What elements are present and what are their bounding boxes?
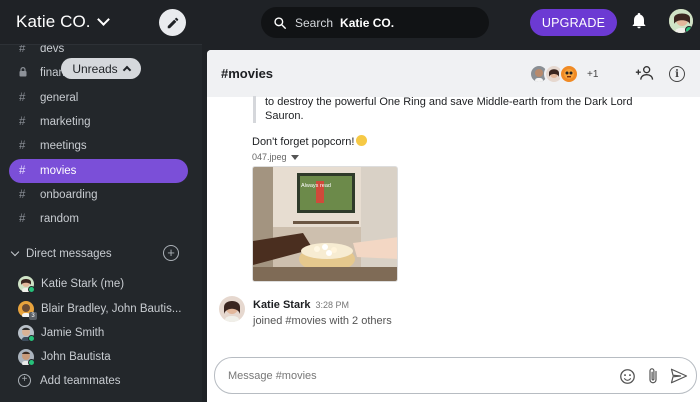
search-label: Search [295, 15, 334, 30]
paperclip-icon[interactable] [646, 367, 660, 385]
avatar [18, 325, 35, 342]
compose-button[interactable] [159, 9, 186, 36]
channel-label: general [40, 92, 79, 104]
send-icon[interactable] [670, 368, 688, 384]
hash-icon: # [19, 165, 26, 177]
search-bar[interactable]: Search Katie CO. [261, 7, 489, 38]
upgrade-button[interactable]: UPGRADE [530, 9, 617, 36]
chevron-down-icon[interactable] [96, 13, 110, 26]
add-teammates-button[interactable]: + Add teammates [18, 374, 121, 387]
channel-item-onboarding[interactable]: # onboarding [9, 183, 188, 207]
channel-label: marketing [40, 116, 91, 128]
emoji-icon [356, 135, 368, 146]
workspace-name[interactable]: Katie CO. [16, 12, 91, 32]
direct-messages-header[interactable]: Direct messages [10, 245, 180, 263]
channel-members[interactable]: +1 [529, 64, 598, 84]
lock-icon [19, 66, 33, 80]
message-composer[interactable] [214, 357, 697, 394]
message-time: 3:28 PM [315, 300, 350, 310]
channel-item-random[interactable]: # random [9, 207, 188, 231]
channel-header: #movies +1 i [207, 50, 700, 97]
avatar: 3 [18, 301, 37, 320]
avatar-image [669, 9, 693, 33]
info-icon[interactable]: i [669, 66, 685, 82]
dm-label: John Bautista [41, 351, 111, 363]
channel-label: devs [40, 45, 65, 55]
chevron-up-icon [122, 65, 131, 75]
member-overflow-count: +1 [587, 68, 599, 80]
bell-icon[interactable] [631, 12, 647, 30]
user-avatar[interactable] [668, 8, 694, 34]
chevron-down-icon [10, 247, 20, 257]
online-status-dot [28, 359, 35, 366]
file-name-label: 047.jpeg [252, 152, 287, 162]
hash-icon: # [19, 213, 26, 225]
member-count-badge: 3 [29, 312, 37, 320]
popcorn-photo: Always read [253, 167, 397, 281]
channel-item-meetings[interactable]: # meetings [9, 134, 188, 158]
search-workspace: Katie CO. [340, 15, 395, 30]
new-dm-button[interactable]: + [163, 245, 179, 261]
message-text: Don't forget popcorn! [252, 135, 368, 148]
dm-item-group[interactable]: 3 Blair Bradley, John Bautis... [18, 299, 182, 320]
avatar-image [219, 296, 245, 322]
pencil-icon [167, 17, 178, 28]
tv-caption: Always read [301, 183, 331, 189]
member-avatar [559, 64, 579, 84]
avatar [18, 349, 35, 366]
message-body: Don't forget popcorn! [252, 136, 355, 148]
dm-label: Katie Stark (me) [41, 278, 125, 290]
plus-icon: + [18, 374, 31, 387]
system-message: joined #movies with 2 others [253, 315, 392, 327]
unreads-label: Unreads [72, 61, 118, 76]
search-icon [274, 16, 286, 29]
unreads-pill[interactable]: Unreads [61, 58, 141, 79]
dm-label: Blair Bradley, John Bautis... [41, 303, 182, 315]
author-name[interactable]: Katie Stark [253, 299, 310, 311]
caret-down-icon [290, 154, 299, 160]
top-bar: Search Katie CO. UPGRADE [207, 0, 700, 45]
dm-item-jamie-smith[interactable]: Jamie Smith [18, 323, 104, 343]
composer-icons [619, 367, 688, 385]
channel-label: meetings [40, 140, 87, 152]
hash-icon: # [19, 92, 26, 104]
hash-icon: # [19, 140, 26, 152]
author-avatar[interactable] [219, 296, 245, 322]
add-person-icon[interactable] [635, 65, 655, 81]
quoted-text: to destroy the powerful One Ring and sav… [253, 96, 673, 123]
emoji-icon[interactable] [619, 368, 636, 385]
channel-label: onboarding [40, 189, 98, 201]
online-status-dot [28, 335, 35, 342]
dm-item-katie-stark[interactable]: Katie Stark (me) [18, 274, 124, 294]
hash-icon: # [19, 116, 26, 128]
file-name[interactable]: 047.jpeg [252, 152, 299, 162]
hash-icon: # [19, 189, 26, 201]
hash-icon: # [19, 45, 26, 55]
channel-title[interactable]: #movies [221, 66, 273, 81]
message-input[interactable] [228, 369, 588, 382]
dm-item-john-bautista[interactable]: John Bautista [18, 347, 111, 367]
app-window: Katie CO. Search Katie CO. UPGRADE # devs… [0, 0, 700, 402]
channel-item-general[interactable]: # general [9, 86, 188, 110]
channel-label: movies [40, 165, 77, 177]
image-attachment[interactable]: Always read [252, 166, 398, 282]
channel-item-marketing[interactable]: # marketing [9, 110, 188, 134]
direct-messages-label: Direct messages [26, 248, 112, 260]
workspace-header[interactable]: Katie CO. [0, 0, 202, 45]
online-status-dot [28, 286, 35, 293]
add-teammates-label: Add teammates [40, 374, 121, 387]
message-author: Katie Stark 3:28 PM [253, 299, 349, 311]
sidebar: # devs finance Unreads # general # marketin… [0, 45, 202, 402]
channel-pane: #movies +1 i to destroy the powerful One… [207, 50, 700, 402]
channel-label: random [40, 213, 79, 225]
dm-label: Jamie Smith [41, 327, 105, 339]
avatar [18, 276, 35, 293]
channel-item-movies[interactable]: # movies [9, 159, 188, 183]
